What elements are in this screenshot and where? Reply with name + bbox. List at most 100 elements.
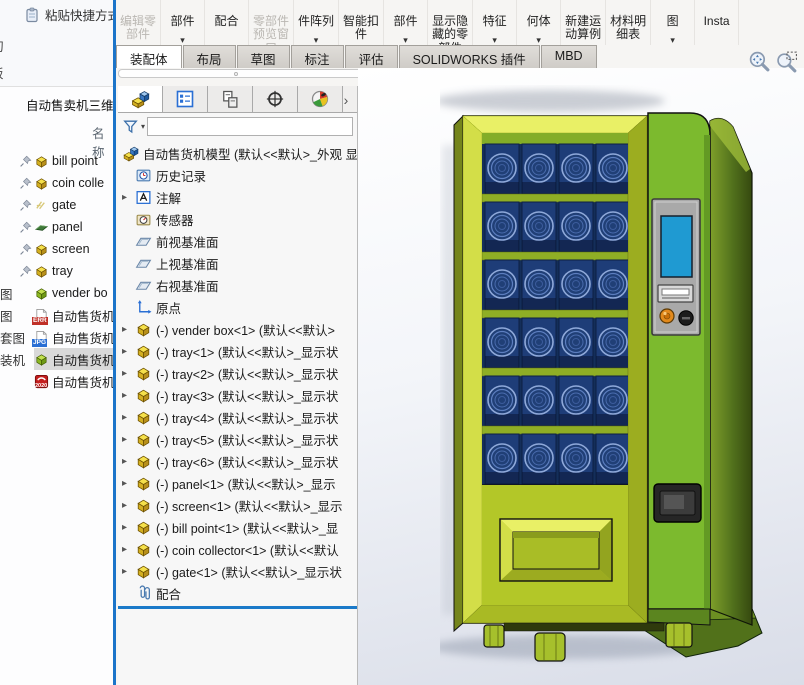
- dropdown-caret-icon[interactable]: ▾: [384, 35, 427, 45]
- file-name: vender bo: [52, 286, 108, 300]
- feature-tree-row[interactable]: 上视基准面: [118, 252, 357, 274]
- dropdown-caret-icon[interactable]: ▾: [473, 35, 516, 45]
- filter-caret-icon[interactable]: ▾: [141, 122, 145, 131]
- feature-tree-row[interactable]: ▸ (-) screen<1> (默认<<默认>_显示: [118, 494, 357, 516]
- feature-panel-tab[interactable]: [163, 86, 208, 112]
- command-tab[interactable]: 评估: [345, 45, 398, 68]
- ribbon-button[interactable]: 智能扣 件: [339, 0, 384, 45]
- feature-tree-row[interactable]: 右视基准面: [118, 274, 357, 296]
- file-row[interactable]: screen: [0, 238, 113, 260]
- file-row[interactable]: bill point: [0, 150, 113, 172]
- feature-tree-row[interactable]: 自动售货机模型 (默认<<默认>_外观 显: [118, 142, 357, 164]
- breadcrumb[interactable]: 自动售卖机三维套图: [26, 95, 113, 114]
- expand-arrow-icon[interactable]: ▸: [122, 434, 135, 445]
- pin-icon: [19, 243, 34, 256]
- ribbon-button[interactable]: 新建运 动算例: [561, 0, 606, 45]
- tab-label: 布局: [197, 53, 222, 67]
- feature-tree-row[interactable]: 配合: [118, 582, 357, 604]
- ribbon-button[interactable]: 特征 ▾: [473, 0, 517, 45]
- ribbon-button[interactable]: 显示隐 藏的零 部件: [428, 0, 473, 45]
- command-tab[interactable]: 布局: [183, 45, 236, 68]
- ribbon-button[interactable]: 图 ▾: [651, 0, 695, 45]
- tree-item-icon: [135, 255, 152, 272]
- command-tab[interactable]: 草图: [237, 45, 290, 68]
- expand-arrow-icon[interactable]: ▸: [122, 192, 135, 203]
- feature-tree-row[interactable]: ▸ (-) tray<5> (默认<<默认>_显示状: [118, 428, 357, 450]
- expand-arrow-icon[interactable]: ▸: [122, 324, 135, 335]
- tree-item-icon: [135, 497, 152, 514]
- panel-tabs-overflow-arrow[interactable]: ›: [335, 86, 357, 113]
- file-row[interactable]: gate: [0, 194, 113, 216]
- ribbon-button[interactable]: 配合: [205, 0, 249, 45]
- feature-tree-row[interactable]: ▸ (-) panel<1> (默认<<默认>_显示: [118, 472, 357, 494]
- file-row[interactable]: 图 ERR 自动售货机: [0, 304, 113, 326]
- expand-arrow-icon[interactable]: ▸: [122, 456, 135, 467]
- tree-item-label: 原点: [156, 298, 181, 317]
- file-row[interactable]: panel: [0, 216, 113, 238]
- feature-panel-tab[interactable]: [253, 86, 298, 112]
- command-tab[interactable]: SOLIDWORKS 插件: [399, 45, 540, 68]
- command-tab[interactable]: MBD: [541, 45, 597, 68]
- filter-input[interactable]: [147, 117, 353, 136]
- file-type-icon: [34, 286, 52, 301]
- expand-arrow-icon[interactable]: ▸: [122, 522, 135, 533]
- nav-pane-fragment: 图: [0, 284, 19, 303]
- ribbon-button[interactable]: 编辑零 部件: [116, 0, 161, 45]
- file-row[interactable]: 套图 JPG 自动售货机: [0, 326, 113, 348]
- zoom-area-icon[interactable]: [776, 50, 799, 73]
- ribbon-button[interactable]: 件阵列 ▾: [294, 0, 339, 45]
- file-explorer-window: 粘贴快捷方式 切 板 自动售卖机三维套图 名称 bill point: [0, 0, 113, 685]
- expand-arrow-icon[interactable]: ▸: [122, 346, 135, 357]
- ribbon-button[interactable]: 部件 ▾: [384, 0, 428, 45]
- expand-arrow-icon[interactable]: ▸: [122, 544, 135, 555]
- feature-tree-row[interactable]: ▸ (-) bill point<1> (默认<<默认>_显: [118, 516, 357, 538]
- zoom-fit-icon[interactable]: [748, 50, 771, 73]
- ribbon-button[interactable]: Insta: [695, 0, 739, 45]
- expand-arrow-icon[interactable]: ▸: [122, 566, 135, 577]
- ribbon-button[interactable]: 零部件 预览窗 口: [249, 0, 294, 45]
- dropdown-caret-icon[interactable]: ▾: [294, 35, 338, 45]
- splitter-handle[interactable]: [234, 72, 238, 76]
- ribbon-button[interactable]: 材料明 细表: [606, 0, 651, 45]
- feature-tree-row[interactable]: 历史记录: [118, 164, 357, 186]
- tree-item-label: 上视基准面: [156, 254, 219, 273]
- file-row[interactable]: 装机 自动售货机: [0, 348, 113, 370]
- ribbon-button[interactable]: 何体 ▾: [517, 0, 561, 45]
- rollback-bar[interactable]: [118, 606, 357, 609]
- ribbon-button[interactable]: 部件 ▾: [161, 0, 205, 45]
- filter-funnel-icon[interactable]: [122, 118, 139, 135]
- file-row[interactable]: 图 vender bo: [0, 282, 113, 304]
- expand-arrow-icon[interactable]: ▸: [122, 478, 135, 489]
- feature-panel-tab[interactable]: [208, 86, 253, 112]
- dropdown-caret-icon[interactable]: ▾: [517, 35, 560, 45]
- graphics-viewport[interactable]: [358, 68, 804, 685]
- command-tab[interactable]: 标注: [291, 45, 344, 68]
- feature-tree-row[interactable]: ▸ (-) vender box<1> (默认<<默认>: [118, 318, 357, 340]
- ribbon-button-label: 图: [667, 14, 679, 28]
- feature-tree-row[interactable]: ▸ (-) tray<6> (默认<<默认>_显示状: [118, 450, 357, 472]
- feature-tree-row[interactable]: 前视基准面: [118, 230, 357, 252]
- feature-tree-row[interactable]: ▸ (-) tray<3> (默认<<默认>_显示状: [118, 384, 357, 406]
- feature-panel-tab[interactable]: [118, 86, 163, 112]
- tree-item-icon: [135, 585, 152, 602]
- expand-arrow-icon[interactable]: ▸: [122, 368, 135, 379]
- paste-shortcut-button[interactable]: 粘贴快捷方式: [24, 5, 113, 24]
- feature-tree-row[interactable]: ▸ (-) tray<2> (默认<<默认>_显示状: [118, 362, 357, 384]
- feature-tree-row[interactable]: ▸ 注解: [118, 186, 357, 208]
- feature-tree-row[interactable]: ▸ (-) tray<4> (默认<<默认>_显示状: [118, 406, 357, 428]
- command-tab[interactable]: 装配体: [116, 45, 182, 68]
- file-row[interactable]: tray: [0, 260, 113, 282]
- dropdown-caret-icon[interactable]: ▾: [161, 35, 204, 45]
- feature-tree-row[interactable]: ▸ (-) gate<1> (默认<<默认>_显示状: [118, 560, 357, 582]
- feature-tree-row[interactable]: ▸ (-) tray<1> (默认<<默认>_显示状: [118, 340, 357, 362]
- file-row[interactable]: 2020 自动售货机: [0, 370, 113, 392]
- expand-arrow-icon[interactable]: ▸: [122, 412, 135, 423]
- dropdown-caret-icon[interactable]: ▾: [651, 35, 694, 45]
- expand-arrow-icon[interactable]: ▸: [122, 500, 135, 511]
- file-row[interactable]: coin colle: [0, 172, 113, 194]
- feature-tree-row[interactable]: 原点: [118, 296, 357, 318]
- expand-arrow-icon[interactable]: ▸: [122, 390, 135, 401]
- vending-machine-model[interactable]: [440, 85, 804, 685]
- feature-tree-row[interactable]: ▸ (-) coin collector<1> (默认<<默认: [118, 538, 357, 560]
- feature-tree-row[interactable]: 传感器: [118, 208, 357, 230]
